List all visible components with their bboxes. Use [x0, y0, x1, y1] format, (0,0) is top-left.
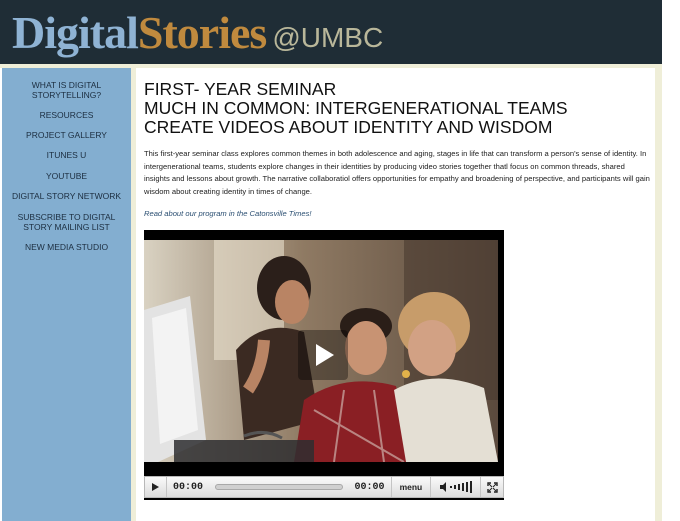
sidebar-item-label[interactable]: SUBSCRIBE TO DIGITAL [2, 212, 131, 222]
sidebar-item-label[interactable]: PROJECT GALLERY [2, 130, 131, 140]
sidebar-item-subscribe-mailing-list[interactable]: SUBSCRIBE TO DIGITAL STORY MAILING LIST [2, 212, 131, 232]
video-letterbox-top [144, 230, 504, 240]
sidebar-item-label[interactable]: NEW MEDIA STUDIO [2, 242, 131, 252]
video-player[interactable] [144, 230, 504, 500]
video-controls: 00:00 00:00 menu [144, 476, 504, 498]
sidebar-item-youtube[interactable]: YOUTUBE [2, 171, 131, 181]
sidebar-item-label[interactable]: DIGITAL STORY NETWORK [2, 191, 131, 201]
sidebar-item-resources[interactable]: RESOURCES [2, 110, 131, 120]
page-title: FIRST- YEAR SEMINAR MUCH IN COMMON: INTE… [144, 80, 568, 137]
fullscreen-button[interactable] [481, 477, 503, 497]
page-title-line: CREATE VIDEOS ABOUT IDENTITY AND WISDOM [144, 117, 553, 137]
sidebar-item-what-is-digital-storytelling[interactable]: WHAT IS DIGITAL STORYTELLING? [2, 80, 131, 100]
play-icon [152, 483, 160, 491]
play-icon [298, 330, 348, 380]
sidebar-item-label[interactable]: STORYTELLING? [2, 90, 131, 100]
sidebar-item-label[interactable]: STORY MAILING LIST [2, 222, 131, 232]
sidebar-nav: WHAT IS DIGITAL STORYTELLING? RESOURCES … [2, 68, 131, 521]
duration-time: 00:00 [354, 481, 385, 493]
page-title-line: MUCH IN COMMON: INTERGENERATIONAL TEAMS [144, 98, 568, 118]
menu-button[interactable]: menu [390, 477, 432, 497]
sidebar-item-label[interactable]: YOUTUBE [2, 171, 131, 181]
progress-bar[interactable] [214, 484, 343, 490]
video-play-button[interactable] [298, 330, 348, 380]
catonsville-times-link[interactable]: Read about our program in the Catonsvill… [144, 209, 312, 218]
sidebar-item-label[interactable]: RESOURCES [2, 110, 131, 120]
page-title-line: FIRST- YEAR SEMINAR [144, 79, 337, 99]
sidebar-item-label[interactable]: WHAT IS DIGITAL [2, 80, 131, 90]
volume-icon [439, 481, 472, 493]
video-letterbox-bottom [144, 462, 504, 476]
intro-paragraph: This first-year seminar class explores c… [144, 149, 650, 196]
logo-digital-text: Digital [12, 7, 139, 58]
control-play-button[interactable] [145, 477, 167, 497]
site-header: Digital Stories @ UMBC [0, 0, 662, 64]
site-logo[interactable]: Digital Stories @ UMBC [12, 5, 383, 61]
sidebar-item-itunes-u[interactable]: ITUNES U [2, 150, 131, 160]
video-poster-image[interactable] [144, 240, 498, 462]
sidebar-item-digital-story-network[interactable]: DIGITAL STORY NETWORK [2, 191, 131, 201]
main-content: FIRST- YEAR SEMINAR MUCH IN COMMON: INTE… [136, 68, 655, 521]
page-right-border [655, 68, 662, 521]
sidebar-item-project-gallery[interactable]: PROJECT GALLERY [2, 130, 131, 140]
current-time: 00:00 [172, 481, 203, 493]
logo-stories-text: Stories [137, 7, 267, 58]
volume-control[interactable] [431, 477, 482, 497]
fullscreen-icon [486, 481, 498, 493]
sidebar-item-label[interactable]: ITUNES U [2, 150, 131, 160]
logo-umbc-text: UMBC [300, 22, 384, 53]
logo-at-sign: @ [272, 22, 301, 53]
sidebar-item-new-media-studio[interactable]: NEW MEDIA STUDIO [2, 242, 131, 252]
